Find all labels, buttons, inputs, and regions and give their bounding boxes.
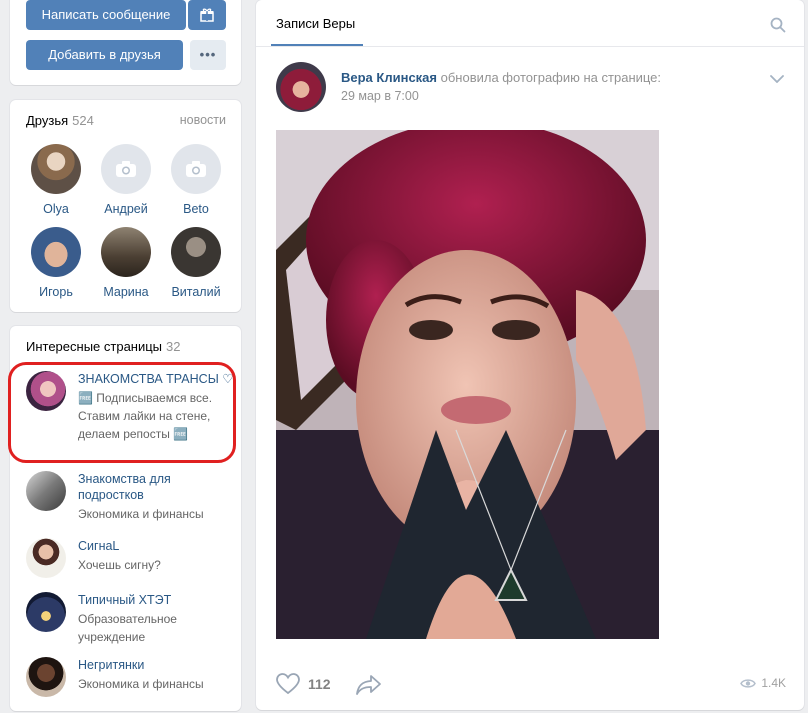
- camera-icon: [116, 161, 136, 177]
- interesting-pages-block: Интересные страницы 32 ЗНАКОМСТВА ТРАНСЫ …: [10, 326, 241, 711]
- share-icon[interactable]: [356, 674, 382, 696]
- page-title[interactable]: СигнаL: [78, 538, 238, 554]
- pages-title[interactable]: Интересные страницы 32: [26, 339, 181, 354]
- post-footer: 112 1.4K: [276, 673, 786, 697]
- more-dots-icon: •••: [199, 47, 217, 62]
- page-title[interactable]: Знакомства для подростков: [78, 471, 238, 503]
- tab-wall-posts[interactable]: Записи Веры: [276, 16, 355, 31]
- view-count: 1.4K: [761, 676, 786, 690]
- page-avatar: [26, 371, 66, 411]
- divider: [256, 46, 804, 47]
- friends-block: Друзья 524 новости Olya Андрей Beto Игорь…: [10, 100, 241, 312]
- friends-title-text: Друзья: [26, 113, 69, 128]
- eye-icon: [740, 678, 757, 688]
- friend-name: Марина: [103, 285, 149, 299]
- page-title[interactable]: Типичный ХТЭТ: [78, 592, 238, 608]
- profile-actions-card: Написать сообщение Добавить в друзья •••: [10, 0, 241, 85]
- page-title[interactable]: Негритянки: [78, 657, 238, 673]
- add-friend-label: Добавить в друзья: [48, 47, 161, 62]
- page-desc: Хочешь сигну?: [78, 558, 161, 572]
- friends-count: 524: [72, 113, 94, 128]
- friend-name: Андрей: [104, 202, 148, 216]
- camera-icon: [186, 161, 206, 177]
- page-title[interactable]: ЗНАКОМСТВА ТРАНСЫ ♡: [78, 371, 238, 387]
- send-message-button[interactable]: Написать сообщение: [26, 0, 186, 30]
- page-desc: Экономика и финансы: [78, 507, 204, 521]
- page-avatar: [26, 471, 66, 511]
- post-photo[interactable]: [276, 130, 659, 639]
- pages-title-text: Интересные страницы: [26, 339, 163, 354]
- portrait-photo: [276, 130, 659, 639]
- like-count: 112: [308, 676, 331, 692]
- page-item[interactable]: ЗНАКОМСТВА ТРАНСЫ ♡ 🆓 Подписываемся все.…: [26, 371, 236, 461]
- page-item[interactable]: Негритянки Экономика и финансы: [26, 657, 236, 697]
- friend-avatar: [101, 144, 151, 194]
- page-avatar: [26, 657, 66, 697]
- friend-avatar: [31, 227, 81, 277]
- page-avatar: [26, 592, 66, 632]
- page-desc: 🆓 Подписываемся все. Ставим лайки на сте…: [78, 391, 213, 441]
- pages-count: 32: [166, 339, 181, 354]
- friend-avatar: [171, 227, 221, 277]
- more-actions-button[interactable]: •••: [190, 40, 226, 70]
- page-item[interactable]: СигнаL Хочешь сигну?: [26, 538, 236, 578]
- page-item[interactable]: Знакомства для подростков Экономика и фи…: [26, 471, 236, 521]
- post-action-text: обновила фотографию на странице:: [440, 70, 662, 85]
- friend-avatar: [101, 227, 151, 277]
- heart-icon: [276, 673, 300, 695]
- friend-name: Olya: [43, 202, 69, 216]
- gift-icon: [200, 8, 214, 22]
- like-button[interactable]: 112: [276, 673, 331, 695]
- gift-button[interactable]: [188, 0, 226, 30]
- view-counter: 1.4K: [740, 676, 786, 690]
- post-author-name[interactable]: Вера Клинская: [341, 70, 437, 85]
- page-desc: Экономика и финансы: [78, 677, 204, 691]
- friend-igor[interactable]: Игорь: [21, 227, 91, 299]
- friends-title[interactable]: Друзья 524: [26, 113, 94, 128]
- add-friend-button[interactable]: Добавить в друзья: [26, 40, 183, 70]
- post-header: Вера Клинская обновила фотографию на стр…: [341, 70, 661, 85]
- friend-marina[interactable]: Марина: [91, 227, 161, 299]
- friend-name: Виталий: [171, 285, 221, 299]
- post-author-avatar[interactable]: [276, 62, 326, 112]
- wall-block: Записи Веры Вера Клинская обновила фотог…: [256, 0, 804, 710]
- friend-avatar: [171, 144, 221, 194]
- friend-olya[interactable]: Olya: [21, 144, 91, 216]
- page-avatar: [26, 538, 66, 578]
- send-message-label: Написать сообщение: [41, 7, 171, 22]
- friends-news-link[interactable]: новости: [180, 113, 226, 127]
- search-icon[interactable]: [770, 17, 786, 33]
- friend-name: Beto: [183, 202, 209, 216]
- friend-name: Игорь: [39, 285, 73, 299]
- friend-andrey[interactable]: Андрей: [91, 144, 161, 216]
- page-desc: Образовательное учреждение: [78, 612, 177, 644]
- friend-vitaliy[interactable]: Виталий: [161, 227, 231, 299]
- chevron-down-icon[interactable]: [770, 75, 784, 83]
- friend-beto[interactable]: Beto: [161, 144, 231, 216]
- friend-avatar: [31, 144, 81, 194]
- post-date[interactable]: 29 мар в 7:00: [341, 89, 419, 103]
- page-item[interactable]: Типичный ХТЭТ Образовательное учреждение: [26, 592, 236, 644]
